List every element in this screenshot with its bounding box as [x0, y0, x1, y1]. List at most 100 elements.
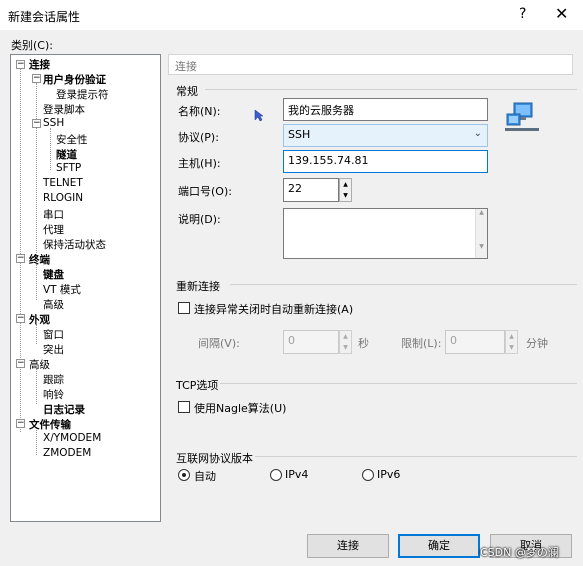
close-button[interactable]: ✕ — [555, 4, 568, 23]
spin-up-icon[interactable]: ▲ — [506, 331, 517, 342]
interval-label: 间隔(V): — [198, 337, 240, 350]
tree-item-window[interactable]: 窗口 — [43, 327, 64, 342]
tree-item-ssh[interactable]: SSH — [43, 117, 64, 129]
protocol-select[interactable]: SSH ⌄ — [283, 124, 488, 147]
tree-guide-line — [36, 368, 37, 404]
limit-stepper[interactable]: ▲ ▼ — [505, 330, 518, 354]
expand-toggle-icon[interactable]: − — [16, 314, 25, 323]
tree-item-telnet[interactable]: TELNET — [43, 177, 83, 189]
category-tree[interactable]: − 连接 − 用户身份验证 登录提示符 登录脚本 − SSH 安全性 隧道 SF… — [10, 54, 161, 522]
expand-toggle-icon[interactable]: − — [16, 60, 25, 69]
tree-item-keyboard[interactable]: 键盘 — [43, 267, 64, 282]
section-divider — [220, 383, 577, 384]
nagle-checkbox[interactable] — [178, 401, 190, 413]
help-button[interactable]: ? — [519, 6, 526, 22]
tree-item-vt-mode[interactable]: VT 模式 — [43, 282, 81, 297]
tree-item-appearance[interactable]: 外观 — [29, 312, 50, 327]
radio-ipv4[interactable] — [270, 469, 282, 481]
network-computer-icon — [505, 102, 539, 131]
tree-item-tunnel[interactable]: 隧道 — [56, 147, 77, 162]
tree-item-login-prompt[interactable]: 登录提示符 — [56, 87, 109, 102]
auto-reconnect-checkbox[interactable] — [178, 302, 190, 314]
scroll-up-icon[interactable]: ▲ — [476, 209, 487, 216]
host-input[interactable]: 139.155.74.81 — [283, 150, 488, 173]
category-label: 类别(C): — [11, 39, 53, 52]
tree-item-login-script[interactable]: 登录脚本 — [43, 102, 85, 117]
tree-guide-line — [36, 83, 37, 257]
tcp-header: TCP选项 — [176, 379, 219, 392]
spin-down-icon[interactable]: ▼ — [340, 342, 351, 353]
tree-item-serial[interactable]: 串口 — [43, 207, 64, 222]
title-bar — [0, 0, 583, 30]
spin-up-icon[interactable]: ▲ — [340, 179, 351, 190]
ip-header: 互联网协议版本 — [176, 452, 253, 465]
radio-ipv6[interactable] — [362, 469, 374, 481]
tree-item-bell[interactable]: 响铃 — [43, 387, 64, 402]
spin-up-icon[interactable]: ▲ — [340, 331, 351, 342]
radio-auto[interactable] — [178, 469, 190, 481]
tree-guide-line — [36, 324, 37, 344]
tree-item-security[interactable]: 安全性 — [56, 132, 88, 147]
protocol-value: SSH — [288, 128, 311, 141]
section-divider — [255, 456, 577, 457]
description-scrollbar[interactable]: ▲ ▼ — [475, 209, 487, 258]
protocol-label: 协议(P): — [178, 131, 219, 144]
spin-down-icon[interactable]: ▼ — [506, 342, 517, 353]
interval-stepper[interactable]: ▲ ▼ — [339, 330, 352, 354]
expand-toggle-icon[interactable]: − — [16, 254, 25, 263]
panel-title: 连接 — [168, 54, 573, 75]
tree-item-zmodem[interactable]: ZMODEM — [43, 447, 91, 459]
radio-auto-label: 自动 — [194, 470, 216, 483]
chevron-down-icon: ⌄ — [473, 128, 482, 139]
host-label: 主机(H): — [178, 157, 221, 170]
limit-input[interactable]: 0 — [445, 330, 505, 354]
tree-item-advanced[interactable]: 高级 — [29, 357, 50, 372]
spin-down-icon[interactable]: ▼ — [340, 190, 351, 201]
watermark: CSDN @梦の澜 — [480, 546, 559, 559]
tree-item-terminal-advanced[interactable]: 高级 — [43, 297, 64, 312]
limit-label: 限制(L): — [401, 337, 442, 350]
expand-toggle-icon[interactable]: − — [32, 74, 41, 83]
tree-guide-line — [50, 128, 51, 170]
port-stepper[interactable]: ▲ ▼ — [339, 178, 352, 202]
tree-item-auth[interactable]: 用户身份验证 — [43, 72, 106, 87]
port-input[interactable]: 22 — [283, 178, 339, 202]
connect-button[interactable]: 连接 — [307, 534, 389, 558]
section-divider — [205, 89, 577, 90]
scroll-down-icon[interactable]: ▼ — [476, 243, 487, 250]
reconnect-header: 重新连接 — [176, 280, 220, 293]
nagle-label: 使用Nagle算法(U) — [194, 402, 287, 415]
tree-item-rlogin[interactable]: RLOGIN — [43, 192, 83, 204]
expand-toggle-icon[interactable]: − — [32, 119, 41, 128]
tree-guide-line — [36, 428, 37, 455]
radio-ipv6-label: IPv6 — [377, 468, 401, 481]
mouse-cursor-icon — [254, 109, 264, 122]
description-textarea[interactable] — [283, 208, 488, 259]
name-label: 名称(N): — [178, 105, 221, 118]
auto-reconnect-label: 连接异常关闭时自动重新连接(A) — [194, 303, 354, 316]
tree-item-proxy[interactable]: 代理 — [43, 222, 64, 237]
expand-toggle-icon[interactable]: − — [16, 419, 25, 428]
tree-guide-line — [36, 264, 37, 300]
interval-unit: 秒 — [358, 337, 369, 350]
tree-guide-line — [20, 69, 21, 432]
interval-input[interactable]: 0 — [283, 330, 339, 354]
radio-ipv4-label: IPv4 — [285, 468, 309, 481]
tree-item-highlight[interactable]: 突出 — [43, 342, 64, 357]
window-title: 新建会话属性 — [8, 10, 81, 24]
expand-toggle-icon[interactable]: − — [16, 359, 25, 368]
tree-item-keepalive[interactable]: 保持活动状态 — [43, 237, 106, 252]
description-label: 说明(D): — [178, 213, 221, 226]
tree-item-xymodem[interactable]: X/YMODEM — [43, 432, 101, 444]
tree-item-trace[interactable]: 跟踪 — [43, 372, 64, 387]
section-divider — [230, 284, 577, 285]
port-label: 端口号(O): — [178, 185, 232, 198]
general-header: 常规 — [176, 85, 198, 98]
tree-item-logging[interactable]: 日志记录 — [43, 402, 85, 417]
tree-item-sftp[interactable]: SFTP — [56, 162, 81, 174]
tree-item-connection[interactable]: 连接 — [29, 57, 50, 72]
ok-button[interactable]: 确定 — [398, 534, 480, 558]
tree-item-terminal[interactable]: 终端 — [29, 252, 50, 267]
tree-item-file-transfer[interactable]: 文件传输 — [29, 417, 71, 432]
name-input[interactable]: 我的云服务器 — [283, 98, 488, 121]
